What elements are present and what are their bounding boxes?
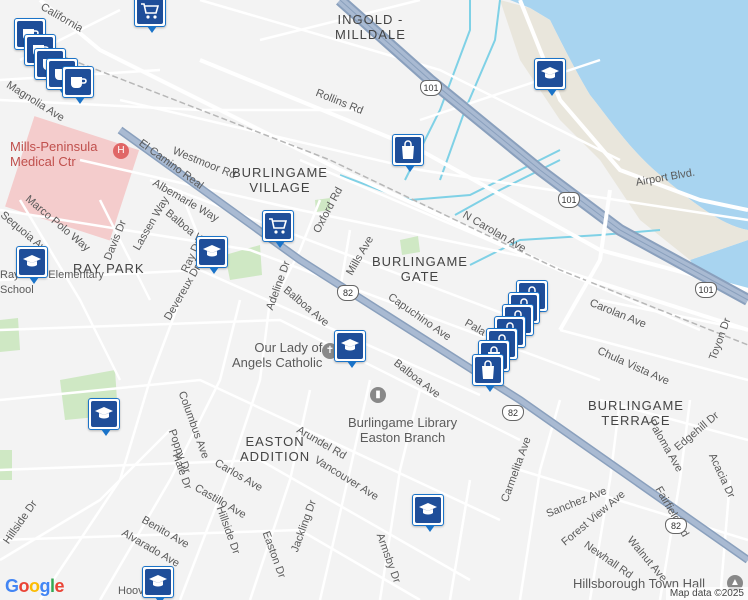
hospital-icon[interactable]: H — [113, 143, 129, 159]
highway-shield: 82 — [502, 405, 524, 421]
area-label: INGOLD - MILLDALE — [335, 12, 406, 42]
map-marker-cart[interactable] — [134, 0, 166, 33]
map-marker-school[interactable] — [88, 398, 120, 436]
map-marker-shopping-bag[interactable] — [392, 134, 424, 172]
area-label: BURLINGAME TERRACE — [588, 398, 684, 428]
map-canvas[interactable]: INGOLD - MILLDALE BURLINGAME VILLAGE RAY… — [0, 0, 748, 600]
map-marker-school[interactable] — [196, 236, 228, 274]
school-icon — [337, 333, 363, 359]
poi-label[interactable]: Mills-Peninsula Medical Ctr — [10, 139, 97, 169]
map-marker-coffee[interactable] — [62, 66, 94, 104]
area-label: EASTON ADDITION — [240, 434, 311, 464]
coffee-icon — [65, 69, 91, 95]
cart-icon — [137, 0, 163, 24]
google-logo: Google — [5, 576, 65, 596]
shopping-bag-icon — [395, 137, 421, 163]
map-marker-school[interactable] — [334, 330, 366, 368]
map-marker-school[interactable] — [534, 58, 566, 96]
map-marker-school[interactable] — [142, 566, 174, 600]
library-icon[interactable]: ▮ — [370, 387, 386, 403]
map-base-layer — [0, 0, 748, 600]
area-label: BURLINGAME GATE — [372, 254, 468, 284]
poi-label[interactable]: Burlingame Library Easton Branch — [348, 415, 457, 445]
map-marker-shopping-bag[interactable] — [472, 354, 504, 392]
poi-label[interactable]: Our Lady of Angels Catholic — [232, 340, 322, 370]
park-area — [400, 236, 420, 255]
park-area — [225, 245, 262, 280]
highway-shield: 82 — [337, 285, 359, 301]
highway-shield: 101 — [558, 192, 580, 208]
shopping-bag-icon — [475, 357, 501, 383]
school-icon — [145, 569, 171, 595]
highway-shield: 101 — [420, 80, 442, 96]
school-icon — [199, 239, 225, 265]
school-icon — [91, 401, 117, 427]
map-marker-school[interactable] — [412, 494, 444, 532]
map-marker-cart[interactable] — [262, 210, 294, 248]
highway-shield: 101 — [695, 282, 717, 298]
school-icon — [415, 497, 441, 523]
area-label: BURLINGAME VILLAGE — [232, 165, 328, 195]
map-marker-school[interactable] — [16, 246, 48, 284]
school-icon — [537, 61, 563, 87]
map-attribution: Map data ©2025 — [665, 587, 748, 600]
park-area — [0, 318, 20, 352]
cart-icon — [265, 213, 291, 239]
school-icon — [19, 249, 45, 275]
highway-shield: 82 — [665, 518, 687, 534]
park-area — [0, 450, 12, 480]
